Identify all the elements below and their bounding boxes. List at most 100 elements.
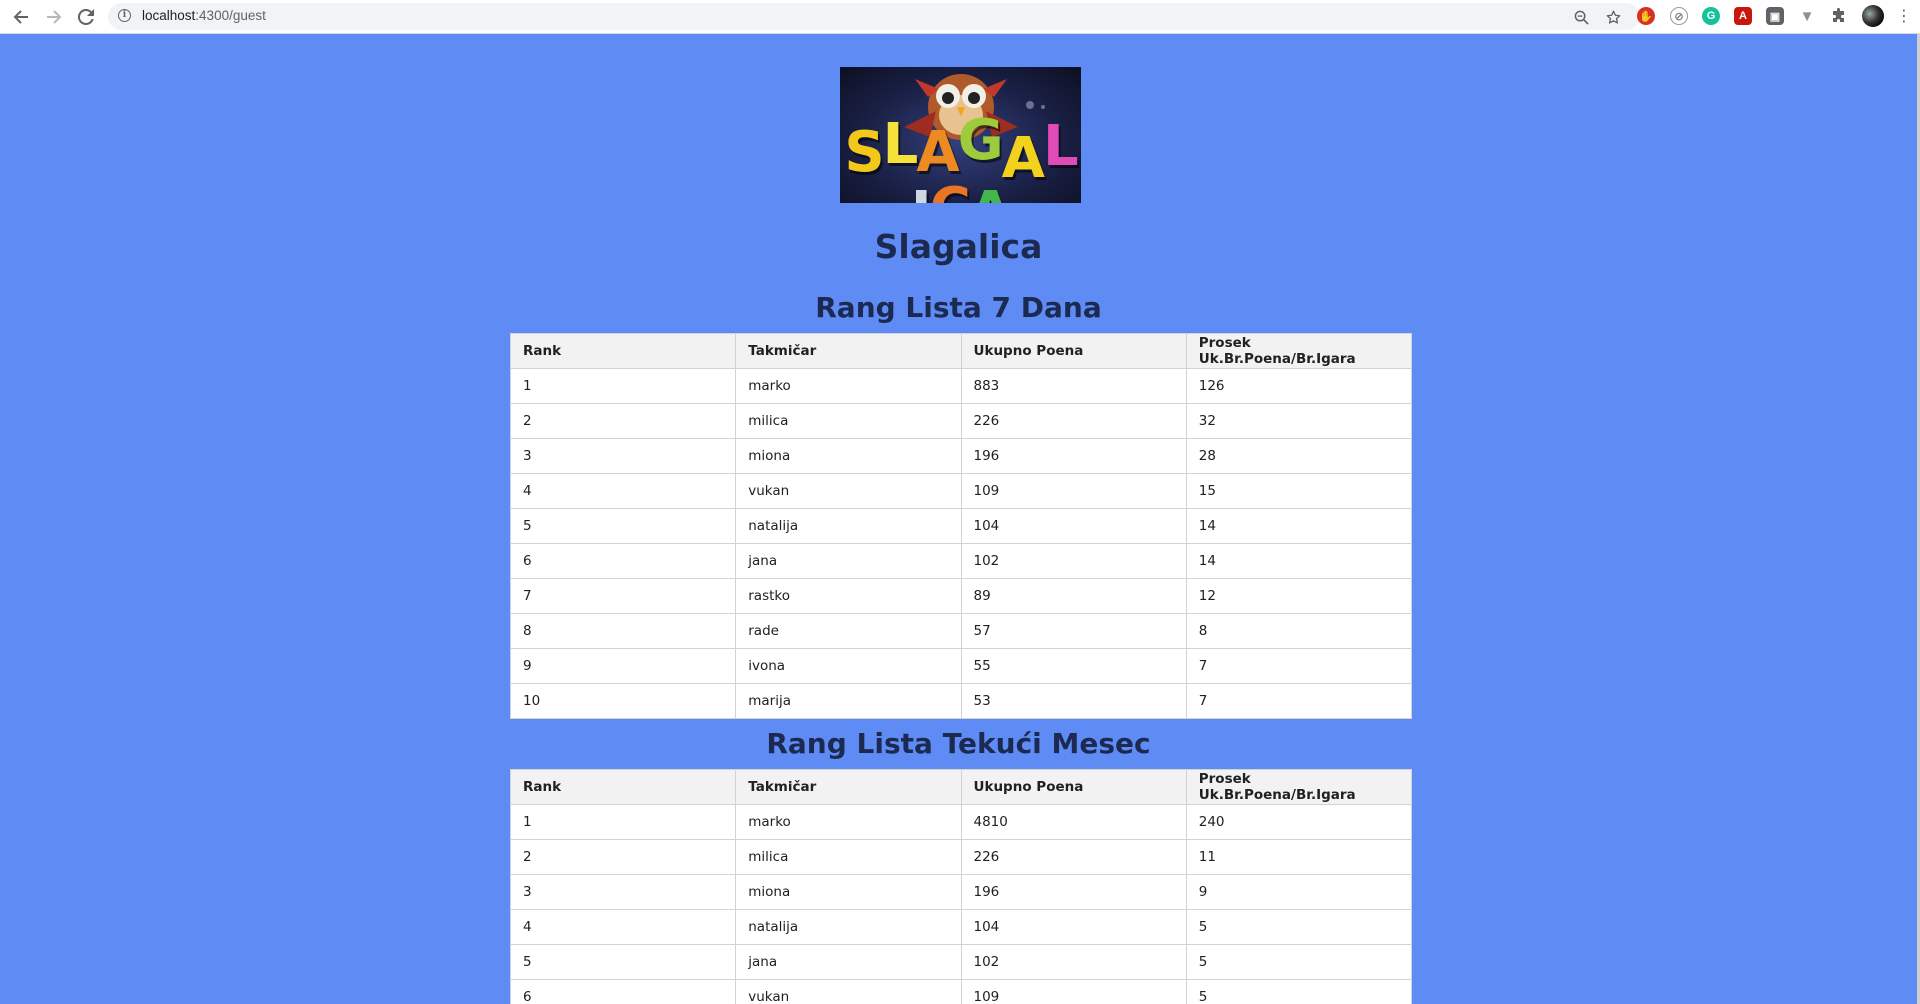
address-bar[interactable]: i localhost:4300/guest (108, 3, 1640, 30)
guest-page: SLAGALICA Slagalica Rang Lista 7 Dana Ra… (0, 34, 1917, 1004)
table-row: 5 natalija 104 14 (509, 508, 1413, 544)
logo-letter: G (957, 108, 1004, 173)
url-text[interactable]: localhost:4300/guest (142, 8, 266, 23)
url-path: :4300/guest (195, 8, 266, 23)
cell-average: 7 (1185, 648, 1413, 684)
cell-player: natalija (735, 508, 962, 544)
page-title: Slagalica (874, 227, 1043, 266)
cell-average: 8 (1185, 613, 1413, 649)
cell-player: rade (735, 613, 962, 649)
cell-total-points: 102 (960, 944, 1187, 980)
logo-wordmark: SLAGALICA (840, 111, 1081, 204)
zoom-icon[interactable] (1572, 8, 1590, 26)
table-row: 9 ivona 55 7 (509, 648, 1413, 684)
cell-rank: 10 (509, 683, 737, 719)
table-row: 1 marko 883 126 (509, 368, 1413, 404)
cell-average: 12 (1185, 578, 1413, 614)
logo-letter: L (882, 112, 919, 177)
cell-average: 14 (1185, 508, 1413, 544)
cell-average: 240 (1185, 804, 1413, 840)
cell-total-points: 104 (960, 909, 1187, 945)
cell-average: 5 (1185, 944, 1413, 980)
star-icon[interactable] (1604, 8, 1622, 26)
cell-rank: 5 (509, 944, 737, 980)
cell-player: milica (735, 839, 962, 875)
compass-extension-icon[interactable]: ⊘ (1670, 7, 1688, 25)
cell-average: 7 (1185, 683, 1413, 719)
cell-rank: 2 (509, 839, 737, 875)
grammarly-extension-icon[interactable]: G (1702, 7, 1720, 25)
table-row: 10 marija 53 7 (509, 683, 1413, 719)
cell-player: rastko (735, 578, 962, 614)
table-row: 1 marko 4810 240 (509, 804, 1413, 840)
url-host: localhost (142, 8, 196, 23)
weekly-ranking-table: Rank Takmičar Ukupno Poena Prosek Uk.Br.… (509, 333, 1413, 719)
back-arrow-icon[interactable] (9, 5, 33, 29)
logo-letter: C (930, 179, 971, 204)
column-header-average: Prosek Uk.Br.Poena/Br.Igara (1185, 333, 1413, 369)
cell-total-points: 104 (960, 508, 1187, 544)
table-row: 2 milica 226 11 (509, 839, 1413, 875)
cell-rank: 3 (509, 874, 737, 910)
cell-player: milica (735, 403, 962, 439)
column-header-average: Prosek Uk.Br.Poena/Br.Igara (1185, 769, 1413, 805)
logo-letter: L (1043, 114, 1079, 179)
table-row: 6 vukan 109 5 (509, 979, 1413, 1004)
cell-rank: 8 (509, 613, 737, 649)
cell-rank: 5 (509, 508, 737, 544)
cell-rank: 9 (509, 648, 737, 684)
cell-player: ivona (735, 648, 962, 684)
cell-player: natalija (735, 909, 962, 945)
cell-average: 15 (1185, 473, 1413, 509)
cell-total-points: 883 (960, 368, 1187, 404)
cell-total-points: 4810 (960, 804, 1187, 840)
cell-rank: 4 (509, 473, 737, 509)
table-row: 4 natalija 104 5 (509, 909, 1413, 945)
cell-total-points: 57 (960, 613, 1187, 649)
logo-letter: S (844, 120, 884, 185)
cell-player: vukan (735, 473, 962, 509)
cell-average: 28 (1185, 438, 1413, 474)
puzzle-icon[interactable] (1830, 7, 1848, 25)
forward-arrow-icon[interactable] (42, 5, 66, 29)
cell-player: marko (735, 368, 962, 404)
cell-average: 32 (1185, 403, 1413, 439)
info-icon[interactable]: i (118, 9, 131, 22)
monthly-ranking-table: Rank Takmičar Ukupno Poena Prosek Uk.Br.… (509, 769, 1413, 1004)
column-header-player: Takmičar (735, 769, 962, 805)
table-row: 6 jana 102 14 (509, 543, 1413, 579)
reload-icon[interactable] (74, 5, 98, 29)
picture-extension-icon[interactable]: ▣ (1766, 7, 1784, 25)
cell-average: 5 (1185, 909, 1413, 945)
column-header-player: Takmičar (735, 333, 962, 369)
cell-total-points: 226 (960, 839, 1187, 875)
vue-devtools-extension-icon[interactable]: ▼ (1798, 7, 1816, 25)
cell-rank: 3 (509, 438, 737, 474)
cell-rank: 2 (509, 403, 737, 439)
column-header-total-points: Ukupno Poena (960, 769, 1187, 805)
cell-total-points: 226 (960, 403, 1187, 439)
cell-total-points: 109 (960, 979, 1187, 1004)
cell-player: marko (735, 804, 962, 840)
cell-player: vukan (735, 979, 962, 1004)
table-header-row: Rank Takmičar Ukupno Poena Prosek Uk.Br.… (509, 769, 1413, 805)
kebab-menu-icon[interactable]: ⋮ (1896, 6, 1912, 28)
table-row: 3 miona 196 28 (509, 438, 1413, 474)
cell-total-points: 196 (960, 438, 1187, 474)
cell-total-points: 89 (960, 578, 1187, 614)
logo-letter: A (916, 120, 959, 185)
cell-average: 11 (1185, 839, 1413, 875)
cell-total-points: 53 (960, 683, 1187, 719)
cell-average: 126 (1185, 368, 1413, 404)
logo-letter: I (911, 183, 932, 204)
pdf-extension-icon[interactable]: A (1734, 7, 1752, 25)
adblock-extension-icon[interactable]: ✋ (1637, 7, 1655, 25)
column-header-rank: Rank (509, 769, 737, 805)
table-row: 3 miona 196 9 (509, 874, 1413, 910)
table-row: 8 rade 57 8 (509, 613, 1413, 649)
cell-rank: 1 (509, 368, 737, 404)
column-header-total-points: Ukupno Poena (960, 333, 1187, 369)
logo-letter: A (1001, 126, 1045, 191)
table-row: 5 jana 102 5 (509, 944, 1413, 980)
profile-avatar[interactable] (1862, 5, 1884, 27)
